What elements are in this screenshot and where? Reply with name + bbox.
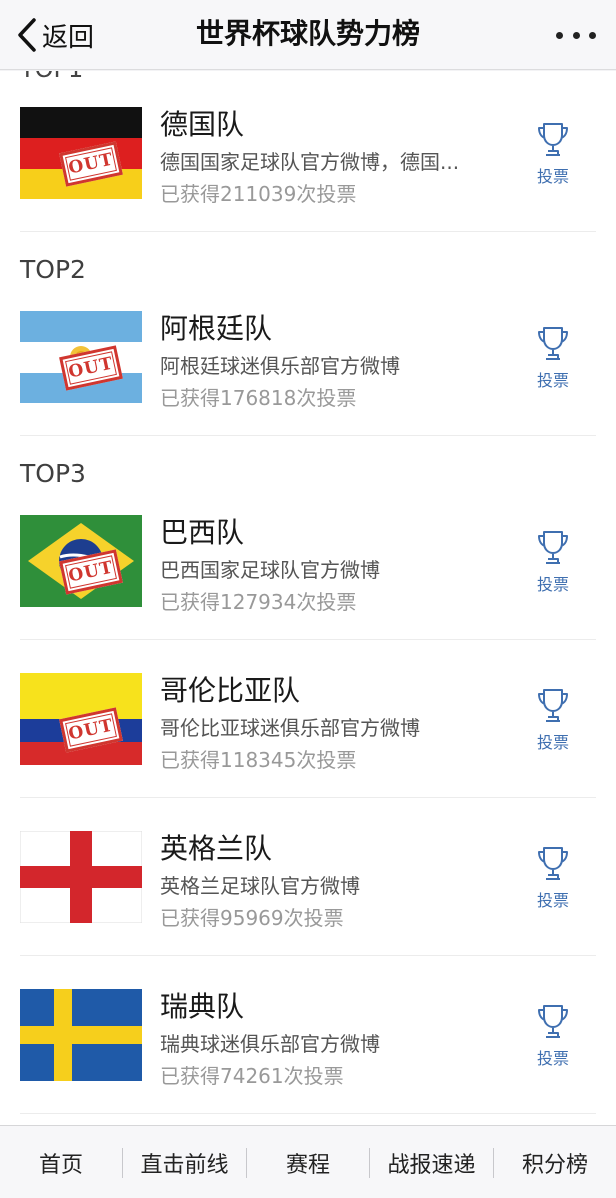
vote-count: 已获得211039次投票 — [160, 182, 357, 206]
more-options-button[interactable] — [556, 28, 596, 42]
trophy-icon — [538, 327, 568, 360]
team-item-argentina[interactable]: OUT 阿根廷队 阿根廷球迷俱乐部官方微博 已获得176818次投票 投票 — [0, 295, 616, 415]
team-description: 巴西国家足球队官方微博 — [160, 558, 380, 582]
vote-count: 已获得95969次投票 — [160, 906, 344, 930]
navigation-bar: 返回 世界杯球队势力榜 — [0, 0, 616, 70]
vote-button[interactable]: 投票 — [528, 845, 578, 910]
team-name: 德国队 — [160, 108, 245, 141]
tab-frontline[interactable]: 直击前线 — [123, 1126, 246, 1198]
sweden-flag-icon — [20, 989, 142, 1081]
vote-button[interactable]: 投票 — [528, 325, 578, 390]
tab-schedule[interactable]: 赛程 — [247, 1126, 369, 1198]
vote-label: 投票 — [536, 733, 569, 752]
vote-label: 投票 — [536, 371, 569, 390]
divider — [20, 435, 596, 436]
divider — [20, 1113, 596, 1114]
team-name: 阿根廷队 — [160, 312, 273, 345]
vote-label: 投票 — [536, 167, 569, 186]
ranking-list[interactable]: TOP1 OUT 德国队 德国国家足球队官方微博，德国... 已获得211039… — [0, 71, 616, 1125]
vote-button[interactable]: 投票 — [528, 687, 578, 752]
team-name: 巴西队 — [160, 516, 245, 549]
divider — [20, 639, 596, 640]
team-name: 哥伦比亚队 — [160, 674, 301, 707]
vote-label: 投票 — [536, 575, 569, 594]
divider — [20, 231, 596, 232]
vote-count: 已获得118345次投票 — [160, 748, 357, 772]
section-label-top1: TOP1 — [20, 71, 83, 83]
vote-label: 投票 — [536, 891, 569, 910]
tab-home[interactable]: 首页 — [0, 1126, 122, 1198]
section-label-top3: TOP3 — [20, 459, 86, 488]
trophy-icon — [538, 123, 568, 156]
vote-count: 已获得176818次投票 — [160, 386, 357, 410]
section-label-top2: TOP2 — [20, 255, 86, 284]
vote-button[interactable]: 投票 — [528, 529, 578, 594]
team-item-england[interactable]: 英格兰队 英格兰足球队官方微博 已获得95969次投票 投票 — [0, 815, 616, 935]
more-dot-icon — [556, 31, 563, 39]
team-description: 德国国家足球队官方微博，德国... — [160, 150, 460, 174]
team-item-colombia[interactable]: OUT 哥伦比亚队 哥伦比亚球迷俱乐部官方微博 已获得118345次投票 投票 — [0, 657, 616, 777]
trophy-icon — [538, 847, 568, 880]
team-description: 英格兰足球队官方微博 — [160, 874, 360, 898]
vote-count: 已获得74261次投票 — [160, 1064, 344, 1088]
more-dot-icon — [572, 31, 580, 39]
trophy-icon — [538, 689, 568, 722]
vote-label: 投票 — [536, 1049, 569, 1068]
team-description: 阿根廷球迷俱乐部官方微博 — [160, 354, 400, 378]
vote-count: 已获得127934次投票 — [160, 590, 357, 614]
team-item-germany[interactable]: OUT 德国队 德国国家足球队官方微博，德国... 已获得211039次投票 投… — [0, 91, 616, 211]
trophy-icon — [538, 531, 568, 564]
team-name: 英格兰队 — [160, 832, 273, 865]
page-title: 世界杯球队势力榜 — [195, 17, 420, 50]
team-item-brazil[interactable]: OUT 巴西队 巴西国家足球队官方微博 已获得127934次投票 投票 — [0, 499, 616, 619]
england-flag-icon — [20, 831, 142, 923]
tab-standings[interactable]: 积分榜 — [494, 1126, 616, 1198]
team-description: 瑞典球迷俱乐部官方微博 — [160, 1032, 380, 1056]
bottom-tab-bar: 首页 直击前线 赛程 战报速递 积分榜 — [0, 1125, 616, 1198]
vote-button[interactable]: 投票 — [528, 121, 578, 186]
trophy-icon — [538, 1005, 568, 1038]
team-description: 哥伦比亚球迷俱乐部官方微博 — [160, 716, 420, 740]
tab-match-reports[interactable]: 战报速递 — [370, 1126, 493, 1198]
team-item-sweden[interactable]: 瑞典队 瑞典球迷俱乐部官方微博 已获得74261次投票 投票 — [0, 973, 616, 1093]
divider — [20, 955, 596, 956]
divider — [20, 797, 596, 798]
team-name: 瑞典队 — [160, 990, 245, 1023]
more-dot-icon — [589, 31, 596, 39]
vote-button[interactable]: 投票 — [528, 1003, 578, 1068]
